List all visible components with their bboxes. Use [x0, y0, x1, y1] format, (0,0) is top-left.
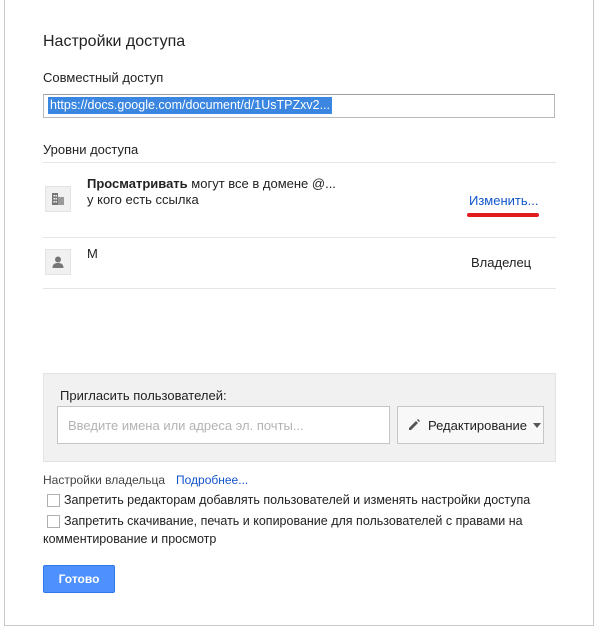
share-link-value[interactable]: https://docs.google.com/document/d/1UsTP… [48, 97, 332, 114]
invite-input[interactable] [57, 406, 390, 444]
red-annotation-underline [467, 213, 539, 217]
permission-dropdown[interactable]: Редактирование [397, 406, 544, 444]
permission-level: Просматривать [87, 176, 188, 191]
divider [43, 288, 556, 289]
divider [43, 162, 556, 163]
invite-label: Пригласить пользователей: [60, 388, 227, 403]
person-icon [45, 249, 71, 275]
chevron-down-icon [533, 422, 542, 428]
domain-permission-text: Просматривать могут все в домене @... у … [87, 176, 337, 208]
share-link-label: Совместный доступ [43, 70, 164, 85]
dialog-title: Настройки доступа [43, 33, 186, 50]
share-settings-dialog: Настройки доступа Совместный доступ http… [4, 0, 594, 626]
invite-panel: Пригласить пользователей: Редактирование [43, 373, 556, 462]
access-levels-label: Уровни доступа [43, 142, 139, 157]
restrict-download-text: Запретить скачивание, печать и копирован… [43, 514, 523, 546]
owner-role: Владелец [471, 255, 532, 270]
checkbox-restrict-editors[interactable] [47, 494, 60, 507]
learn-more-link[interactable]: Подробнее... [176, 473, 248, 487]
permission-dropdown-label: Редактирование [428, 417, 528, 433]
domain-icon [45, 186, 71, 212]
restrict-editors-text: Запретить редакторам добавлять пользоват… [64, 493, 531, 507]
done-button[interactable]: Готово [43, 565, 115, 593]
divider [43, 237, 556, 238]
change-permission-link[interactable]: Изменить... [469, 193, 538, 208]
pencil-icon [407, 418, 421, 432]
owner-settings-label: Настройки владельца [43, 473, 166, 487]
owner-name: М [87, 246, 98, 261]
share-link-field[interactable]: https://docs.google.com/document/d/1UsTP… [43, 94, 555, 118]
